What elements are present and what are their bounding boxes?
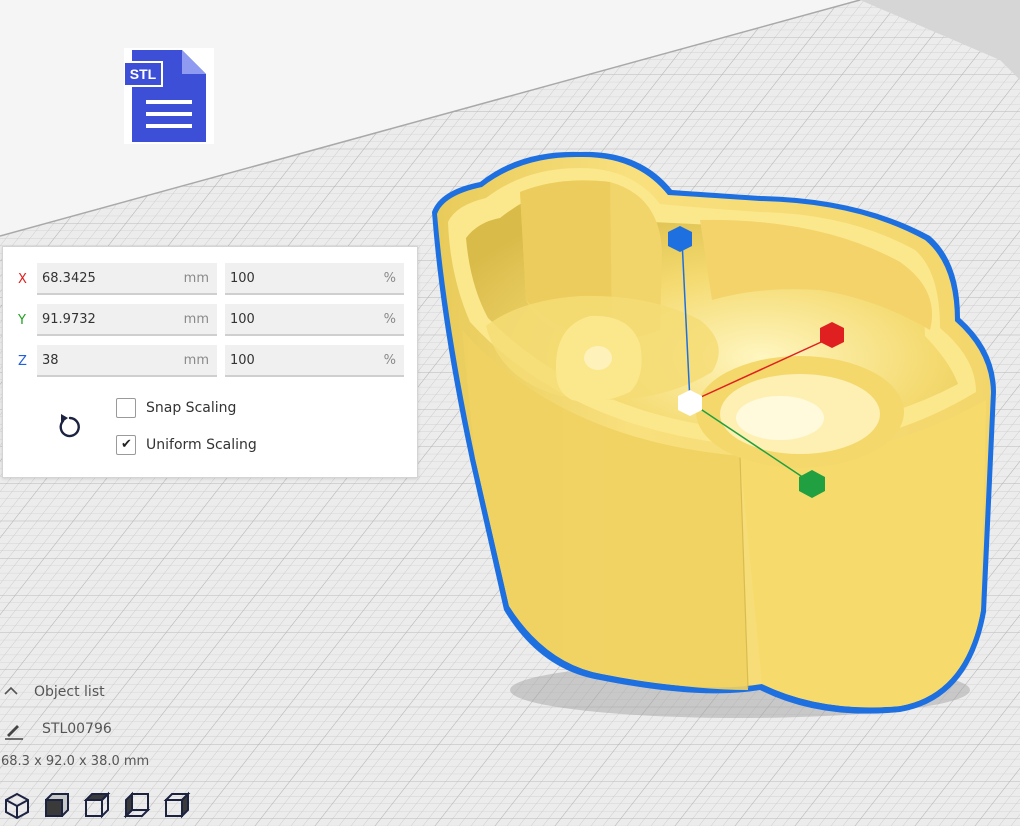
scale-row-z: Z 38 mm 100 % <box>3 345 419 377</box>
percent-y-value: 100 <box>230 312 255 327</box>
percent-y-input[interactable]: 100 % <box>225 304 404 336</box>
snap-scaling-box[interactable] <box>116 398 136 418</box>
uniform-scaling-label: Uniform Scaling <box>146 437 257 453</box>
size-z-unit: mm <box>183 353 209 368</box>
axis-label-x: X <box>18 272 27 287</box>
size-x-input[interactable]: 68.3425 mm <box>37 263 217 295</box>
right-view-icon[interactable] <box>162 790 192 820</box>
object-name: STL00796 <box>42 721 112 737</box>
reset-icon[interactable] <box>53 409 87 443</box>
object-name-row: STL00796 <box>0 718 240 740</box>
size-y-value: 91.9732 <box>42 312 96 327</box>
percent-z-unit: % <box>383 353 396 368</box>
size-x-value: 68.3425 <box>42 271 96 286</box>
size-z-value: 38 <box>42 353 59 368</box>
axis-label-y: Y <box>18 313 26 328</box>
stl-icon-label: STL <box>130 66 157 82</box>
3d-view-icon[interactable] <box>2 790 32 820</box>
percent-x-unit: % <box>383 271 396 286</box>
percent-z-input[interactable]: 100 % <box>225 345 404 377</box>
percent-z-value: 100 <box>230 353 255 368</box>
object-dimensions: 68.3 x 92.0 x 38.0 mm <box>1 754 150 769</box>
percent-y-unit: % <box>383 312 396 327</box>
view-buttons <box>2 790 202 820</box>
size-y-input[interactable]: 91.9732 mm <box>37 304 217 336</box>
size-z-input[interactable]: 38 mm <box>37 345 217 377</box>
top-view-icon[interactable] <box>82 790 112 820</box>
object-list-toggle[interactable]: Object list <box>0 682 200 702</box>
uniform-scaling-box[interactable]: ✔ <box>116 435 136 455</box>
size-x-unit: mm <box>183 271 209 286</box>
size-y-unit: mm <box>183 312 209 327</box>
pencil-icon[interactable] <box>4 720 24 740</box>
checkmark-icon: ✔ <box>121 437 132 452</box>
scale-tool-panel: X 68.3425 mm 100 % Y 91.9732 mm 100 % Z … <box>2 246 418 478</box>
object-list-label: Object list <box>34 684 105 700</box>
stl-file-icon: STL <box>124 48 214 144</box>
axis-label-z: Z <box>18 354 27 369</box>
snap-scaling-label: Snap Scaling <box>146 400 237 416</box>
scale-row-x: X 68.3425 mm 100 % <box>3 263 419 295</box>
chevron-up-icon <box>4 686 18 695</box>
scale-row-y: Y 91.9732 mm 100 % <box>3 304 419 336</box>
left-view-icon[interactable] <box>122 790 152 820</box>
percent-x-input[interactable]: 100 % <box>225 263 404 295</box>
front-view-icon[interactable] <box>42 790 72 820</box>
percent-x-value: 100 <box>230 271 255 286</box>
